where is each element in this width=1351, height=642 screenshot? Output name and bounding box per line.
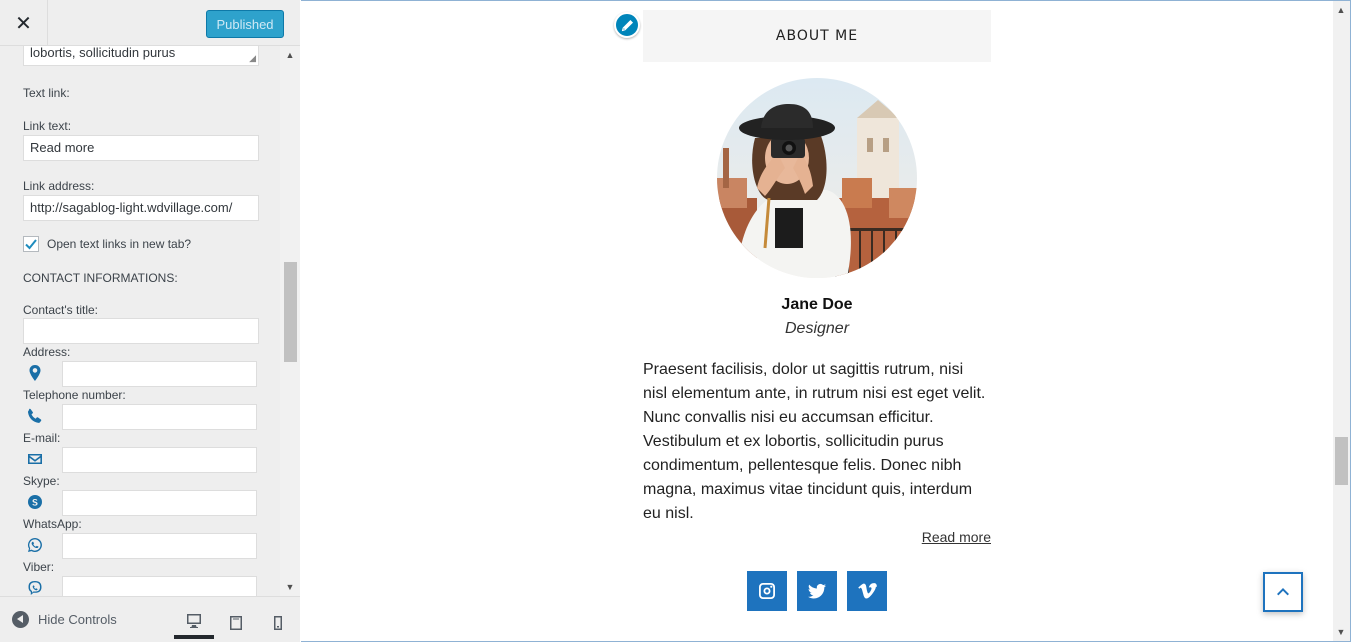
profile-role: Designer bbox=[784, 320, 850, 337]
profile-name: Jane Doe bbox=[781, 296, 853, 313]
profile-photo bbox=[717, 78, 917, 278]
skype-label: Skype: bbox=[23, 474, 60, 488]
link-text-label: Link text: bbox=[23, 119, 72, 133]
scroll-up-arrow-icon[interactable]: ▲ bbox=[285, 50, 295, 60]
read-more-link[interactable]: Read more bbox=[643, 529, 991, 545]
panel-footer: Hide Controls bbox=[0, 596, 300, 642]
pencil-icon bbox=[621, 19, 633, 31]
vimeo-link[interactable] bbox=[847, 571, 887, 611]
vimeo-icon bbox=[858, 583, 877, 599]
address-input[interactable] bbox=[62, 361, 257, 387]
social-links bbox=[747, 571, 887, 611]
desktop-icon bbox=[187, 614, 201, 628]
link-address-label: Link address: bbox=[23, 179, 95, 193]
close-customizer-button[interactable]: ✕ bbox=[0, 0, 48, 46]
hide-controls-button[interactable]: Hide Controls bbox=[12, 611, 117, 628]
new-tab-label: Open text links in new tab? bbox=[47, 237, 192, 251]
phone-icon bbox=[26, 407, 44, 425]
instagram-icon bbox=[759, 583, 775, 599]
close-icon: ✕ bbox=[15, 12, 32, 35]
telephone-label: Telephone number: bbox=[23, 388, 126, 402]
link-text-input[interactable]: Read more bbox=[23, 135, 259, 161]
preview-scrollbar-thumb[interactable] bbox=[1335, 437, 1348, 485]
publish-button[interactable]: Published bbox=[206, 10, 284, 38]
preview-mobile-button[interactable] bbox=[258, 607, 298, 639]
contact-title-label: Contact's title: bbox=[23, 303, 98, 317]
preview-scroll-down-arrow-icon[interactable]: ▼ bbox=[1336, 627, 1346, 637]
whatsapp-label: WhatsApp: bbox=[23, 517, 82, 531]
hide-controls-label: Hide Controls bbox=[38, 612, 117, 627]
preview-scroll-up-arrow-icon[interactable]: ▲ bbox=[1336, 5, 1346, 15]
panel-scrollbar[interactable]: ▲ ▼ bbox=[280, 46, 300, 596]
preview-tablet-button[interactable] bbox=[216, 607, 256, 639]
new-tab-option: Open text links in new tab? bbox=[23, 236, 191, 252]
collapse-arrow-icon bbox=[12, 611, 29, 628]
profile-bio: Praesent facilisis, dolor ut sagittis ru… bbox=[643, 361, 986, 522]
email-input[interactable] bbox=[62, 447, 257, 473]
chevron-up-icon bbox=[1277, 588, 1289, 596]
panel-header: ✕ Published bbox=[0, 0, 300, 46]
preview-scrollbar[interactable]: ▲ ▼ bbox=[1333, 1, 1350, 641]
site-preview: ABOUT ME Jane Doe Designer Praesent faci… bbox=[301, 0, 1351, 642]
panel-controls: lobortis, sollicitudin purus ◢ Text link… bbox=[12, 46, 270, 596]
mobile-icon bbox=[274, 616, 282, 630]
viber-label: Viber: bbox=[23, 560, 55, 574]
resize-handle-icon[interactable]: ◢ bbox=[249, 53, 256, 64]
text-link-heading: Text link: bbox=[23, 86, 70, 100]
email-label: E-mail: bbox=[23, 431, 61, 445]
twitter-link[interactable] bbox=[797, 571, 837, 611]
instagram-link[interactable] bbox=[747, 571, 787, 611]
text-area-field[interactable]: lobortis, sollicitudin purus ◢ bbox=[23, 46, 259, 66]
text-area-value: lobortis, sollicitudin purus bbox=[30, 46, 176, 60]
viber-icon bbox=[26, 579, 44, 596]
panel-scrollbar-thumb[interactable] bbox=[284, 262, 297, 362]
whatsapp-icon bbox=[26, 536, 44, 554]
twitter-icon bbox=[808, 583, 826, 599]
preview-desktop-button[interactable] bbox=[174, 607, 214, 639]
customizer-panel: ✕ Published lobortis, sollicitudin purus… bbox=[0, 0, 300, 642]
envelope-icon bbox=[26, 450, 44, 468]
new-tab-checkbox[interactable] bbox=[23, 236, 39, 252]
widget-title: ABOUT ME bbox=[643, 10, 991, 62]
address-label: Address: bbox=[23, 345, 71, 359]
scroll-down-arrow-icon[interactable]: ▼ bbox=[285, 582, 295, 592]
skype-icon bbox=[26, 493, 44, 511]
contact-heading: CONTACT INFORMATIONS: bbox=[23, 271, 178, 285]
back-to-top-button[interactable] bbox=[1263, 572, 1303, 612]
edit-shortcut-button[interactable] bbox=[614, 12, 640, 38]
whatsapp-input[interactable] bbox=[62, 533, 257, 559]
tablet-icon bbox=[230, 616, 242, 630]
checkmark-icon bbox=[25, 239, 37, 250]
link-address-input[interactable]: http://sagablog-light.wdvillage.com/ bbox=[23, 195, 259, 221]
viber-input[interactable] bbox=[62, 576, 257, 596]
skype-input[interactable] bbox=[62, 490, 257, 516]
contact-title-input[interactable] bbox=[23, 318, 259, 344]
map-marker-icon bbox=[26, 364, 44, 382]
telephone-input[interactable] bbox=[62, 404, 257, 430]
